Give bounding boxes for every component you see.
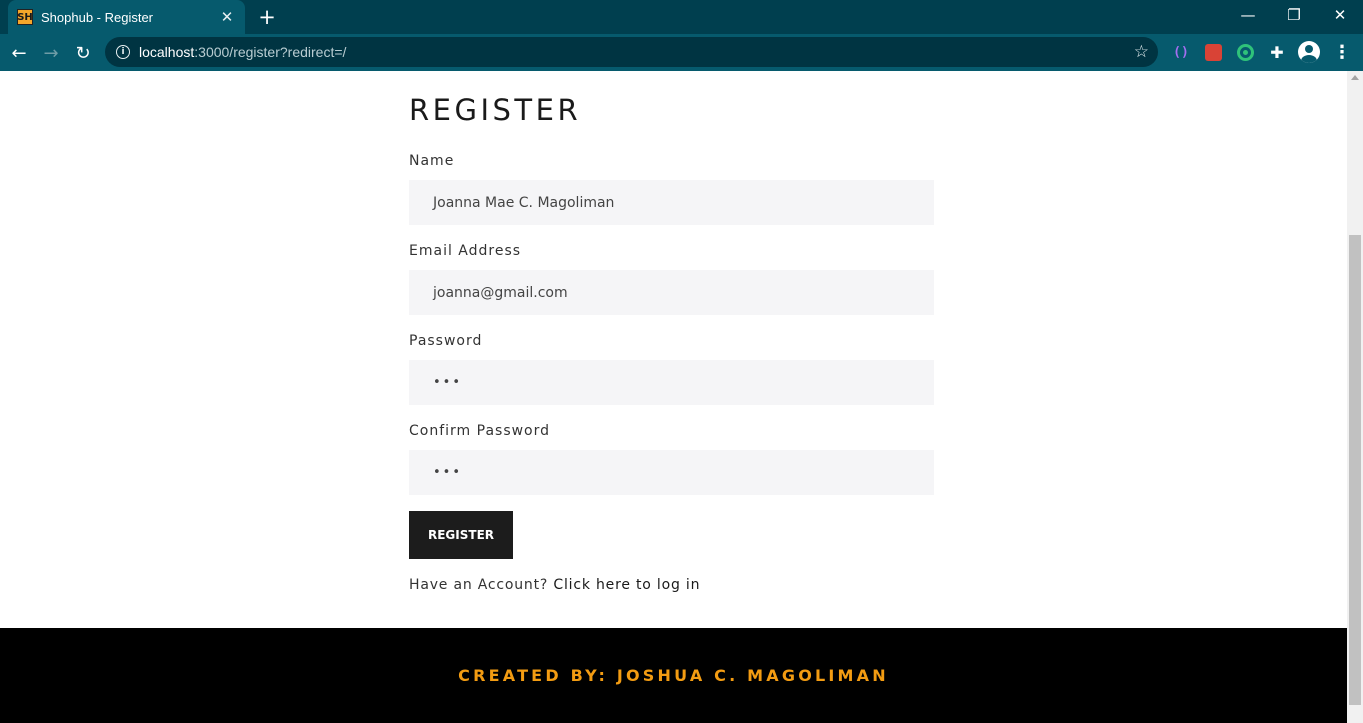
extensions-puzzle-icon[interactable]: ✚ — [1266, 41, 1288, 63]
extension-green-icon[interactable] — [1234, 41, 1256, 63]
site-info-icon[interactable]: i — [116, 45, 130, 59]
close-tab-icon[interactable]: ✕ — [217, 7, 237, 27]
scroll-up-icon[interactable] — [1351, 75, 1359, 80]
name-field[interactable]: Joanna Mae C. Magoliman — [409, 180, 934, 225]
new-tab-icon[interactable]: + — [256, 5, 278, 29]
minimize-icon[interactable]: — — [1225, 0, 1271, 30]
browser-tab[interactable]: SH Shophub - Register ✕ — [8, 0, 245, 34]
page-footer: CREATED BY: JOSHUA C. MAGOLIMAN — [0, 628, 1347, 723]
confirm-password-field[interactable]: ••• — [409, 450, 934, 495]
restore-icon[interactable]: ❐ — [1271, 0, 1317, 30]
extension-code-icon[interactable]: () — [1170, 41, 1192, 63]
url-host: localhost — [139, 44, 195, 60]
tab-title: Shophub - Register — [41, 9, 154, 25]
bookmark-star-icon[interactable]: ☆ — [1134, 42, 1149, 62]
email-label: Email Address — [409, 243, 522, 259]
login-link[interactable]: Click here to log in — [553, 577, 700, 593]
password-label: Password — [409, 333, 483, 349]
extension-red-icon[interactable] — [1202, 41, 1224, 63]
browser-toolbar: ← → ↻ i localhost:3000/register?redirect… — [0, 34, 1363, 71]
url-path: :3000/register?redirect=/ — [194, 44, 347, 60]
browser-menu-icon[interactable]: ⋮ — [1331, 41, 1353, 63]
footer-credit: CREATED BY: JOSHUA C. MAGOLIMAN — [458, 666, 889, 685]
login-prompt: Have an Account? Click here to log in — [409, 577, 700, 593]
password-field[interactable]: ••• — [409, 360, 934, 405]
page-viewport: REGISTER Name Joanna Mae C. Magoliman Em… — [0, 71, 1347, 723]
browser-tab-strip: SH Shophub - Register ✕ + — ❐ ✕ — [0, 0, 1363, 34]
scrollbar-thumb[interactable] — [1349, 235, 1361, 705]
forward-icon[interactable]: → — [39, 41, 63, 65]
url-text[interactable]: localhost:3000/register?redirect=/ — [139, 44, 346, 60]
profile-avatar-icon[interactable] — [1298, 41, 1320, 63]
page-title: REGISTER — [409, 93, 582, 127]
register-button[interactable]: REGISTER — [409, 511, 513, 559]
favicon-icon: SH — [17, 9, 33, 25]
window-close-icon[interactable]: ✕ — [1317, 0, 1363, 30]
page-scrollbar[interactable] — [1347, 71, 1363, 723]
address-bar[interactable]: i localhost:3000/register?redirect=/ ☆ — [105, 37, 1158, 67]
email-field[interactable]: joanna@gmail.com — [409, 270, 934, 315]
confirm-password-label: Confirm Password — [409, 423, 551, 439]
back-icon[interactable]: ← — [7, 41, 31, 65]
name-label: Name — [409, 153, 455, 169]
reload-icon[interactable]: ↻ — [71, 41, 95, 65]
login-prompt-text: Have an Account? — [409, 577, 554, 593]
